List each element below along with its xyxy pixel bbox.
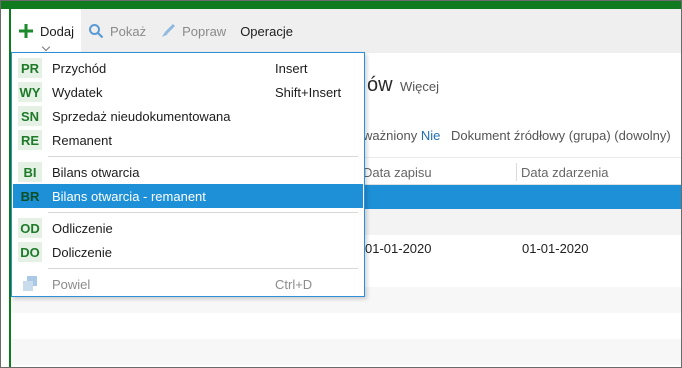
add-button-label: Dodaj: [40, 23, 74, 39]
operations-button-label: Operacje: [240, 23, 293, 39]
menu-item-code: WY: [18, 82, 42, 102]
cell-entry-date: 01-01-2020: [365, 241, 432, 256]
search-icon: [88, 23, 104, 39]
brush-icon: [160, 23, 176, 39]
column-separator: [516, 163, 517, 181]
menu-item-code: BI: [18, 162, 42, 182]
duplicate-icon: [18, 274, 42, 294]
add-button[interactable]: Dodaj: [11, 9, 81, 53]
menu-item-label: Sprzedaż nieudokumentowana: [52, 108, 231, 124]
menu-item-label: Doliczenie: [52, 244, 112, 260]
menu-item-deduction[interactable]: OD Odliczenie: [13, 216, 363, 240]
edit-button-label: Popraw: [182, 23, 227, 39]
menu-item-label: Remanent: [52, 132, 112, 148]
operations-button[interactable]: Operacje: [233, 9, 300, 53]
menu-separator: [48, 212, 358, 213]
menu-item-code: OD: [18, 218, 42, 238]
page-title: ów: [367, 74, 393, 96]
menu-item-code: SN: [18, 106, 42, 126]
menu-item-income[interactable]: PR Przychód Insert: [13, 56, 363, 80]
menu-item-code: PR: [18, 58, 42, 78]
menu-item-undocumented-sale[interactable]: SN Sprzedaż nieudokumentowana: [13, 104, 363, 128]
menu-item-expense[interactable]: WY Wydatek Shift+Insert: [13, 80, 363, 104]
menu-item-label: Bilans otwarcia: [52, 164, 140, 180]
filter-approved-value: Nie: [420, 128, 441, 143]
menu-item-label: Odliczenie: [52, 220, 113, 236]
app-window: Dodaj Pokaż Popraw Operacje ów Więcej wa…: [0, 0, 682, 368]
menu-item-shortcut: Insert: [275, 60, 308, 76]
filter-source-document[interactable]: Dokument źródłowy (grupa) (dowolny): [451, 128, 671, 143]
menu-item-label: Powiel: [52, 276, 91, 292]
show-button[interactable]: Pokaż: [81, 9, 153, 53]
show-button-label: Pokaż: [109, 23, 147, 39]
menu-item-duplicate[interactable]: Powiel Ctrl+D: [13, 272, 363, 296]
menu-item-code: BR: [18, 186, 42, 206]
menu-item-shortcut: Shift+Insert: [275, 84, 342, 100]
add-dropdown-menu: PR Przychód Insert WY Wydatek Shift+Inse…: [11, 52, 365, 297]
menu-item-code: RE: [18, 130, 42, 150]
menu-item-addition[interactable]: DO Doliczenie: [13, 240, 363, 264]
filter-approved[interactable]: ważniony Nie: [363, 128, 440, 143]
chevron-down-icon: [41, 42, 51, 52]
column-header-entry-date[interactable]: Data zapisu: [363, 165, 432, 180]
menu-item-label: Przychód: [52, 60, 107, 76]
filter-approved-label: ważniony: [363, 128, 418, 143]
more-link[interactable]: Więcej: [400, 79, 439, 94]
menu-item-label: Wydatek: [52, 84, 103, 100]
menu-item-shortcut: Ctrl+D: [275, 276, 313, 292]
plus-icon: [18, 23, 34, 39]
table-row-empty: [11, 339, 681, 365]
column-header-event-date[interactable]: Data zdarzenia: [521, 165, 608, 180]
menu-item-label: Bilans otwarcia - remanent: [52, 188, 206, 204]
menu-item-inventory[interactable]: RE Remanent: [13, 128, 363, 152]
edit-button[interactable]: Popraw: [153, 9, 233, 53]
menu-item-opening-balance-inventory[interactable]: BR Bilans otwarcia - remanent: [13, 184, 363, 208]
menu-item-code: DO: [18, 242, 42, 262]
top-accent-bar: [1, 1, 681, 9]
menu-separator: [48, 268, 358, 269]
menu-item-opening-balance[interactable]: BI Bilans otwarcia: [13, 160, 363, 184]
menu-separator: [48, 156, 358, 157]
toolbar: Dodaj Pokaż Popraw Operacje: [11, 9, 681, 53]
cell-event-date: 01-01-2020: [522, 241, 589, 256]
